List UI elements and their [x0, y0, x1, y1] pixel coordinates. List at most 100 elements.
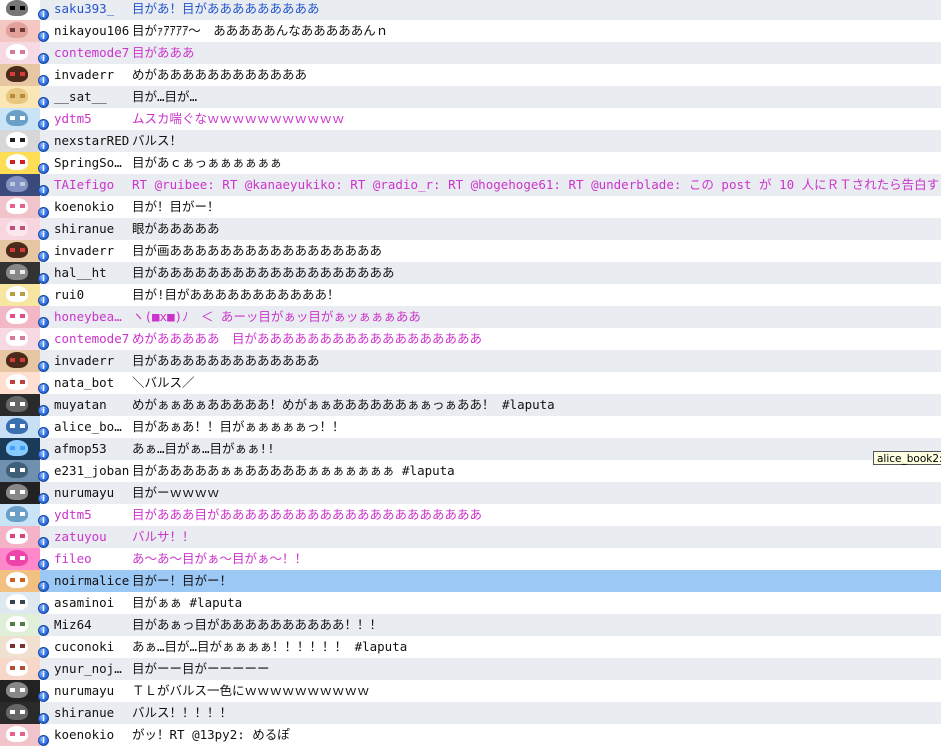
- info-icon[interactable]: i: [38, 119, 49, 130]
- info-icon[interactable]: i: [38, 31, 49, 42]
- avatar[interactable]: [0, 526, 40, 548]
- timeline-row[interactable]: i ydtm5 目があああ目があああああああああああああああああああああ: [0, 504, 941, 526]
- avatar[interactable]: [0, 174, 40, 196]
- avatar[interactable]: [0, 504, 40, 526]
- avatar[interactable]: [0, 724, 40, 746]
- avatar-cell[interactable]: i: [0, 504, 50, 526]
- avatar-cell[interactable]: i: [0, 460, 50, 482]
- username[interactable]: afmop53: [50, 438, 130, 460]
- timeline-row[interactable]: i nata_bot ＼バルス／: [0, 372, 941, 394]
- username[interactable]: asaminoi: [50, 592, 130, 614]
- timeline-row[interactable]: i __sat__ 目が…目が…: [0, 86, 941, 108]
- username[interactable]: Miz64: [50, 614, 130, 636]
- timeline-row[interactable]: i afmop53 あぁ…目がぁ…目がぁぁ!!: [0, 438, 941, 460]
- username[interactable]: hal__ht: [50, 262, 130, 284]
- username[interactable]: nexstarRED: [50, 130, 130, 152]
- username[interactable]: e231_joban: [50, 460, 130, 482]
- avatar-cell[interactable]: i: [0, 218, 50, 240]
- avatar-cell[interactable]: i: [0, 174, 50, 196]
- username[interactable]: fileo: [50, 548, 130, 570]
- timeline-row[interactable]: i honeybea… ヽ(■x■)ﾉ ＜ あーッ目がぁッ目がぁッぁぁぁああ: [0, 306, 941, 328]
- avatar[interactable]: [0, 0, 40, 20]
- avatar[interactable]: [0, 614, 40, 636]
- timeline-row[interactable]: i saku393_ 目があ！目があああああああああ: [0, 0, 941, 20]
- info-icon[interactable]: i: [38, 339, 49, 350]
- info-icon[interactable]: i: [38, 471, 49, 482]
- avatar-cell[interactable]: i: [0, 262, 50, 284]
- avatar[interactable]: [0, 350, 40, 372]
- avatar-cell[interactable]: i: [0, 416, 50, 438]
- timeline-row[interactable]: i koenokio 目が！目がー！: [0, 196, 941, 218]
- timeline-row[interactable]: i invaderr 目があああああああああああああ: [0, 350, 941, 372]
- username[interactable]: ydtm5: [50, 108, 130, 130]
- info-icon[interactable]: i: [38, 647, 49, 658]
- timeline-row[interactable]: i nikayou106 目がｧｱｱｱｱ〜 あああああんなあああああんｎ: [0, 20, 941, 42]
- avatar-cell[interactable]: i: [0, 680, 50, 702]
- timeline-row[interactable]: i e231_joban 目があああああぁぁあああああぁぁぁぁぁぁぁ #laputa: [0, 460, 941, 482]
- info-icon[interactable]: i: [38, 9, 49, 20]
- timeline-list[interactable]: i saku393_ 目があ！目があああああああああ i nikayou106 目がｧｱｱ…: [0, 0, 941, 746]
- timeline-row[interactable]: i invaderr 目が画あああああああああああああああああ: [0, 240, 941, 262]
- username[interactable]: muyatan: [50, 394, 130, 416]
- timeline-row[interactable]: i contemode7 目があああ: [0, 42, 941, 64]
- timeline-row[interactable]: i ydtm5 ムスカ喘ぐなｗｗｗｗｗｗｗｗｗｗｗ: [0, 108, 941, 130]
- avatar-cell[interactable]: i: [0, 372, 50, 394]
- avatar[interactable]: [0, 108, 40, 130]
- avatar-cell[interactable]: i: [0, 130, 50, 152]
- info-icon[interactable]: i: [38, 383, 49, 394]
- username[interactable]: shiranue: [50, 218, 130, 240]
- avatar-cell[interactable]: i: [0, 350, 50, 372]
- timeline-row[interactable]: i asaminoi 目がぁぁ #laputa: [0, 592, 941, 614]
- avatar-cell[interactable]: i: [0, 0, 50, 20]
- avatar[interactable]: [0, 460, 40, 482]
- info-icon[interactable]: i: [38, 669, 49, 680]
- info-icon[interactable]: i: [38, 713, 49, 724]
- avatar-cell[interactable]: i: [0, 482, 50, 504]
- username[interactable]: contemode7: [50, 328, 130, 350]
- username[interactable]: nurumayu: [50, 680, 130, 702]
- avatar[interactable]: [0, 240, 40, 262]
- info-icon[interactable]: i: [38, 185, 49, 196]
- avatar-cell[interactable]: i: [0, 724, 50, 746]
- username[interactable]: nurumayu: [50, 482, 130, 504]
- info-icon[interactable]: i: [38, 625, 49, 636]
- avatar[interactable]: [0, 438, 40, 460]
- avatar-cell[interactable]: i: [0, 152, 50, 174]
- username[interactable]: koenokio: [50, 724, 130, 746]
- username[interactable]: zatuyou: [50, 526, 130, 548]
- info-icon[interactable]: i: [38, 691, 49, 702]
- info-icon[interactable]: i: [38, 75, 49, 86]
- avatar-cell[interactable]: i: [0, 284, 50, 306]
- info-icon[interactable]: i: [38, 141, 49, 152]
- username[interactable]: koenokio: [50, 196, 130, 218]
- avatar[interactable]: [0, 218, 40, 240]
- username[interactable]: nata_bot: [50, 372, 130, 394]
- info-icon[interactable]: i: [38, 163, 49, 174]
- avatar[interactable]: [0, 328, 40, 350]
- username[interactable]: shiranue: [50, 702, 130, 724]
- username[interactable]: noirmalice: [50, 570, 130, 592]
- timeline-row[interactable]: i nurumayu 目がーｗｗｗｗ: [0, 482, 941, 504]
- username[interactable]: rui0: [50, 284, 130, 306]
- avatar-cell[interactable]: i: [0, 394, 50, 416]
- avatar-cell[interactable]: i: [0, 614, 50, 636]
- info-icon[interactable]: i: [38, 735, 49, 746]
- info-icon[interactable]: i: [38, 493, 49, 504]
- avatar[interactable]: [0, 482, 40, 504]
- avatar-cell[interactable]: i: [0, 64, 50, 86]
- info-icon[interactable]: i: [38, 603, 49, 614]
- avatar[interactable]: [0, 636, 40, 658]
- avatar[interactable]: [0, 42, 40, 64]
- info-icon[interactable]: i: [38, 581, 49, 592]
- avatar-cell[interactable]: i: [0, 658, 50, 680]
- info-icon[interactable]: i: [38, 97, 49, 108]
- timeline-row[interactable]: i shiranue 眼があああああ: [0, 218, 941, 240]
- info-icon[interactable]: i: [38, 515, 49, 526]
- username[interactable]: ynur_noj…: [50, 658, 130, 680]
- timeline-row[interactable]: i TAIefigo RT @ruibee: RT @kanaeyukiko: RT…: [0, 174, 941, 196]
- info-icon[interactable]: i: [38, 251, 49, 262]
- info-icon[interactable]: i: [38, 53, 49, 64]
- timeline-row[interactable]: i nexstarRED バルス！: [0, 130, 941, 152]
- avatar-cell[interactable]: i: [0, 20, 50, 42]
- timeline-row[interactable]: i shiranue バルス！！！！！: [0, 702, 941, 724]
